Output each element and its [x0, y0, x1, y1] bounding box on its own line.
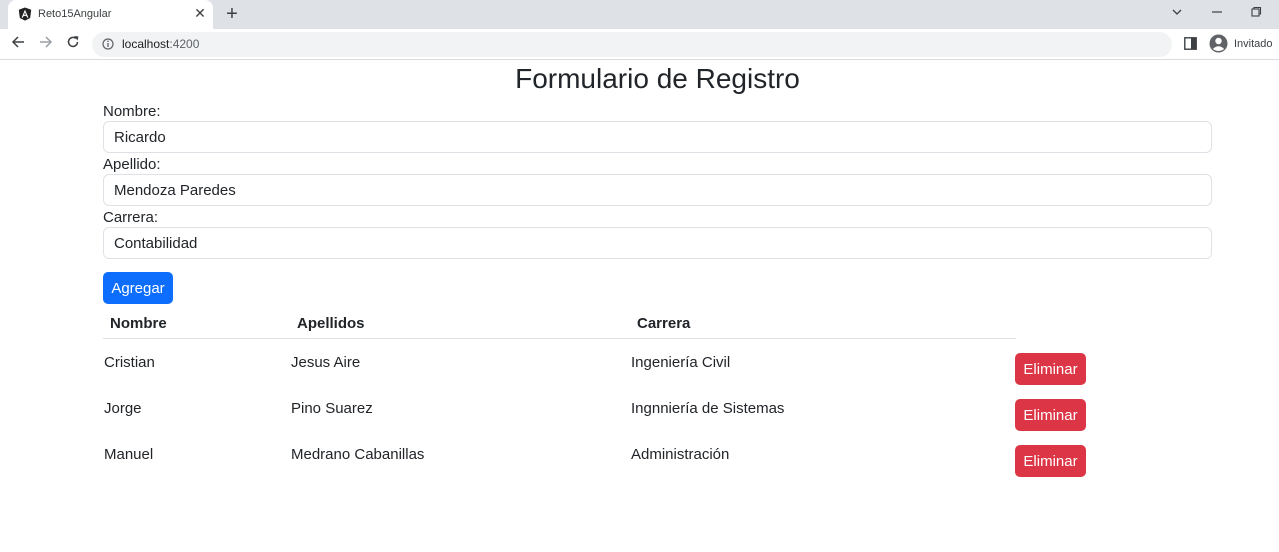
- table-header-divider: [103, 338, 1016, 339]
- cell-nombre: Manuel: [104, 446, 154, 463]
- apellido-input[interactable]: [103, 174, 1212, 206]
- cell-carrera: Ingeniería Civil: [631, 354, 731, 371]
- cell-nombre: Jorge: [104, 400, 142, 417]
- new-tab-icon[interactable]: +: [222, 4, 242, 24]
- tab-search-icon[interactable]: [1167, 5, 1187, 23]
- agregar-button[interactable]: Agregar: [103, 272, 173, 304]
- nombre-input[interactable]: [103, 121, 1212, 153]
- url-host: localhost: [122, 37, 170, 51]
- column-header-carrera: Carrera: [637, 315, 691, 332]
- forward-icon[interactable]: [37, 35, 55, 53]
- page-content: Formulario de Registro Nombre: Apellido:…: [0, 61, 1279, 552]
- back-icon[interactable]: [9, 35, 27, 53]
- apellido-label: Apellido:: [103, 156, 161, 173]
- reload-icon[interactable]: [64, 35, 82, 53]
- eliminar-button[interactable]: Eliminar: [1015, 445, 1086, 477]
- minimize-icon[interactable]: [1207, 5, 1227, 23]
- url-port: :4200: [169, 37, 200, 51]
- column-header-nombre: Nombre: [110, 315, 167, 332]
- nombre-label: Nombre:: [103, 103, 161, 120]
- tab-title: Reto15Angular: [38, 8, 112, 20]
- profile-label[interactable]: Invitado: [1234, 38, 1273, 50]
- browser-tab-strip: Reto15Angular ✕ +: [0, 0, 1279, 29]
- profile-avatar-icon[interactable]: [1209, 34, 1228, 53]
- eliminar-button[interactable]: Eliminar: [1015, 353, 1086, 385]
- url-text: localhost:4200: [122, 37, 199, 51]
- column-header-apellidos: Apellidos: [297, 315, 365, 332]
- cell-carrera: Ingnniería de Sistemas: [631, 400, 785, 417]
- side-panel-icon[interactable]: [1184, 37, 1197, 50]
- eliminar-button[interactable]: Eliminar: [1015, 399, 1086, 431]
- cell-carrera: Administración: [631, 446, 730, 463]
- browser-tab[interactable]: Reto15Angular ✕: [8, 0, 213, 29]
- restore-icon[interactable]: [1246, 5, 1266, 23]
- cell-apellidos: Medrano Cabanillas: [291, 446, 425, 463]
- browser-toolbar: localhost:4200 Invitado: [0, 29, 1279, 60]
- cell-apellidos: Pino Suarez: [291, 400, 373, 417]
- angular-logo-icon: [18, 7, 32, 21]
- address-bar[interactable]: localhost:4200: [92, 32, 1172, 57]
- carrera-label: Carrera:: [103, 209, 159, 226]
- cell-nombre: Cristian: [104, 354, 155, 371]
- close-tab-icon[interactable]: ✕: [192, 5, 208, 21]
- cell-apellidos: Jesus Aire: [291, 354, 361, 371]
- carrera-input[interactable]: [103, 227, 1212, 259]
- page-title: Formulario de Registro: [515, 63, 800, 94]
- site-info-icon[interactable]: [102, 38, 114, 50]
